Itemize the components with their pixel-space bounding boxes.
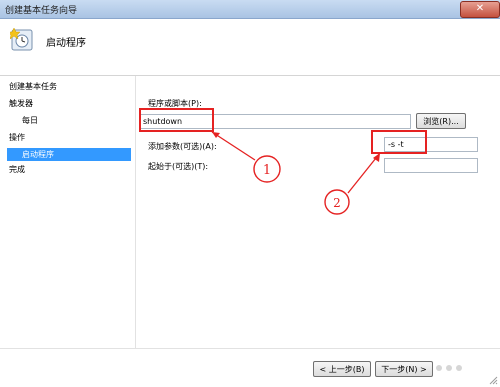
resize-grip-icon[interactable] (488, 375, 498, 385)
next-button[interactable]: 下一步(N) > (375, 361, 433, 377)
annotation-arrow-1 (211, 131, 256, 161)
watermark-dots (436, 365, 462, 371)
annotation-marker-2: 2 (324, 189, 350, 215)
annotation-label-2: 2 (333, 196, 341, 210)
annotation-marker-1: 1 (253, 155, 281, 183)
annotation-label-1: 1 (263, 163, 271, 178)
annotation-overlay: 1 2 (211, 131, 381, 215)
back-button[interactable]: < 上一步(B) (313, 361, 371, 377)
annotation-arrow-2 (347, 152, 381, 194)
